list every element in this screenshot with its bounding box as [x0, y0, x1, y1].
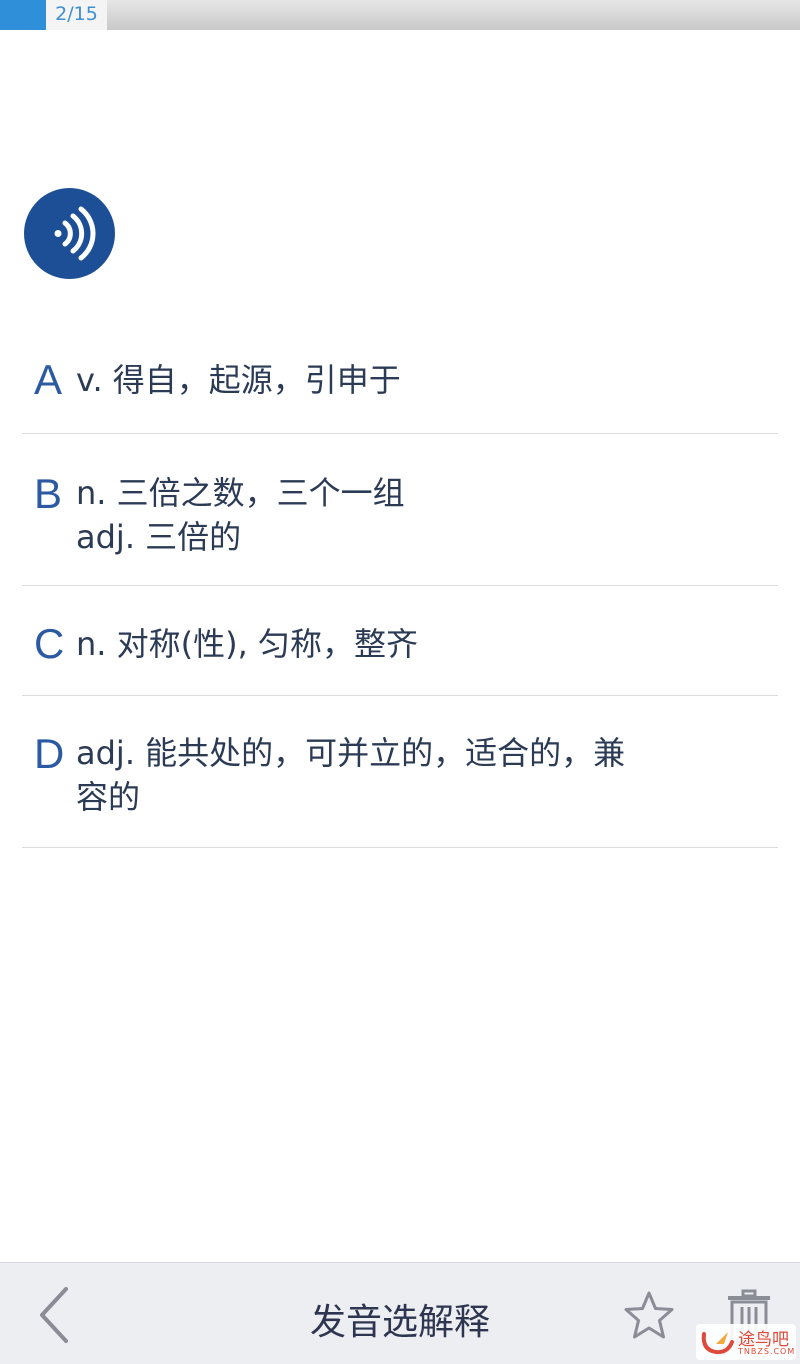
favorite-button[interactable] — [622, 1289, 676, 1343]
option-d[interactable]: D adj. 能共处的，可并立的，适合的，兼 容的 — [22, 696, 778, 848]
speaker-wave-icon — [54, 206, 96, 261]
progress-label: 2/15 — [46, 0, 107, 30]
option-line: v. 得自，起源，引申于 — [76, 361, 401, 399]
option-line: 容的 — [76, 778, 141, 816]
option-text: n. 三倍之数，三个一组 adj. 三倍的 — [76, 471, 708, 559]
option-b[interactable]: B n. 三倍之数，三个一组 adj. 三倍的 — [22, 434, 778, 586]
option-line: n. 三倍之数，三个一组 — [76, 474, 405, 512]
bird-logo-icon — [701, 1332, 734, 1355]
option-text: n. 对称(性), 匀称，整齐 — [76, 622, 708, 666]
back-button[interactable] — [34, 1285, 74, 1345]
option-letter: B — [34, 470, 63, 517]
option-text: adj. 能共处的，可并立的，适合的，兼 容的 — [76, 731, 708, 819]
star-outline-icon — [624, 1291, 674, 1339]
watermark-logo: 途鸟吧 TNBZS.COM — [696, 1324, 796, 1360]
option-line: n. 对称(性), 匀称，整齐 — [76, 625, 418, 663]
watermark-subtext: TNBZS.COM — [738, 1347, 796, 1356]
chevron-left-icon — [40, 1287, 68, 1343]
option-a[interactable]: A v. 得自，起源，引申于 — [22, 330, 778, 434]
progress-bar: 2/15 — [0, 0, 800, 30]
option-line: adj. 能共处的，可并立的，适合的，兼 — [76, 734, 626, 772]
option-letter: C — [34, 620, 65, 667]
option-letter: D — [34, 730, 65, 777]
answer-options: A v. 得自，起源，引申于 B n. 三倍之数，三个一组 adj. 三倍的 C… — [22, 330, 778, 848]
mode-title: 发音选解释 — [309, 1302, 490, 1343]
option-letter: A — [34, 356, 63, 403]
option-line: adj. 三倍的 — [76, 518, 242, 556]
option-c[interactable]: C n. 对称(性), 匀称，整齐 — [22, 586, 778, 696]
bottom-toolbar: 发音选解释 — [0, 1262, 800, 1364]
option-text: v. 得自，起源，引申于 — [76, 358, 708, 402]
play-audio-button[interactable] — [24, 188, 115, 279]
